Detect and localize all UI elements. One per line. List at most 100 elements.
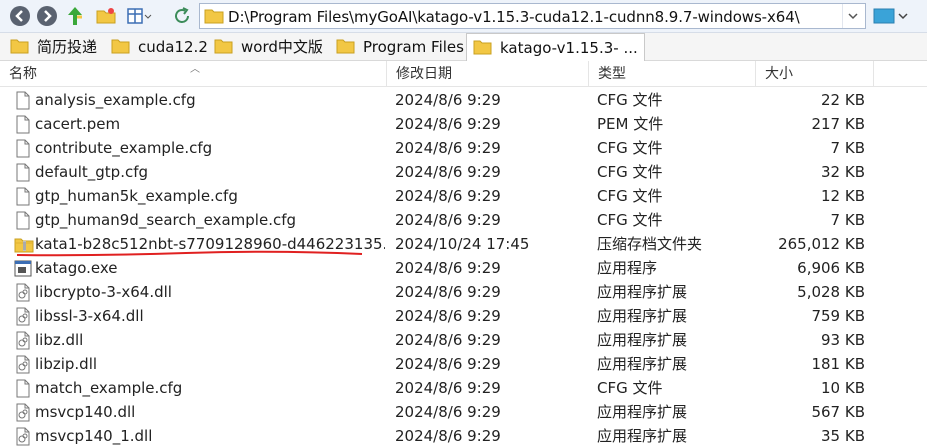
file-row[interactable]: katago.exe 2024/8/6 9:29 应用程序 6,906 KB bbox=[0, 256, 927, 280]
file-name[interactable]: gtp_human5k_example.cfg bbox=[35, 184, 385, 208]
file-row[interactable]: analysis_example.cfg 2024/8/6 9:29 CFG 文件 2… bbox=[0, 88, 927, 112]
file-name[interactable]: libzip.dll bbox=[35, 352, 385, 376]
file-row[interactable]: cacert.pem 2024/8/6 9:29 PEM 文件 217 KB bbox=[0, 112, 927, 136]
file-size: 759 KB bbox=[811, 307, 865, 325]
file-row[interactable]: contribute_example.cfg 2024/8/6 9:29 CFG 文… bbox=[0, 136, 927, 160]
file-name[interactable]: katago.exe bbox=[35, 256, 385, 280]
file-name[interactable]: cacert.pem bbox=[35, 112, 385, 136]
favorite-label: 简历投递 bbox=[37, 38, 98, 56]
file-type: CFG 文件 bbox=[597, 139, 663, 157]
red-underline-annotation bbox=[16, 250, 363, 257]
column-header-name[interactable]: 名称 ︿ bbox=[0, 61, 387, 86]
file-type: CFG 文件 bbox=[597, 163, 663, 181]
column-header: 名称 ︿ 修改日期 类型 大小 bbox=[0, 61, 927, 87]
file-size: 265,012 KB bbox=[778, 235, 865, 253]
file-row[interactable]: msvcp140_1.dll 2024/8/6 9:29 应用程序扩展 35 KB bbox=[0, 424, 927, 448]
file-date: 2024/8/6 9:29 bbox=[395, 331, 501, 349]
file-size: 7 KB bbox=[830, 139, 865, 157]
address-bar[interactable]: D:\Program Files\myGoAI\katago-v1.15.3-c… bbox=[199, 3, 866, 29]
up-folder-button[interactable] bbox=[66, 5, 84, 27]
file-type: CFG 文件 bbox=[597, 379, 663, 397]
file-type: 应用程序扩展 bbox=[597, 355, 688, 373]
folder-icon bbox=[473, 40, 492, 55]
file-size: 10 KB bbox=[821, 379, 865, 397]
address-dropdown-button[interactable] bbox=[842, 4, 863, 28]
column-label: 大小 bbox=[765, 65, 793, 81]
file-type: 应用程序扩展 bbox=[597, 427, 688, 445]
file-size: 5,028 KB bbox=[797, 283, 865, 301]
column-header-size[interactable]: 大小 bbox=[756, 61, 874, 86]
file-name[interactable]: gtp_human9d_search_example.cfg bbox=[35, 208, 385, 232]
file-name[interactable]: contribute_example.cfg bbox=[35, 136, 385, 160]
file-name[interactable]: analysis_example.cfg bbox=[35, 88, 385, 112]
file-row[interactable]: libz.dll 2024/8/6 9:29 应用程序扩展 93 KB bbox=[0, 328, 927, 352]
back-arrow-icon bbox=[9, 5, 31, 27]
file-type: CFG 文件 bbox=[597, 187, 663, 205]
column-label: 类型 bbox=[598, 65, 626, 81]
file-row[interactable]: match_example.cfg 2024/8/6 9:29 CFG 文件 10 K… bbox=[0, 376, 927, 400]
folders-button[interactable] bbox=[95, 5, 117, 27]
back-button[interactable] bbox=[9, 5, 31, 27]
file-row[interactable]: default_gtp.cfg 2024/8/6 9:29 CFG 文件 32 KB bbox=[0, 160, 927, 184]
file-row[interactable]: msvcp140.dll 2024/8/6 9:29 应用程序扩展 567 KB bbox=[0, 400, 927, 424]
file-row[interactable]: gtp_human5k_example.cfg 2024/8/6 9:29 CFG … bbox=[0, 184, 927, 208]
column-label: 名称 bbox=[9, 65, 37, 81]
file-date: 2024/8/6 9:29 bbox=[395, 283, 501, 301]
favorite-item[interactable]: 简历投递 bbox=[10, 33, 97, 60]
grid-icon bbox=[126, 5, 152, 27]
favorite-item[interactable]: word中文版 bbox=[214, 33, 323, 60]
toolbar: D:\Program Files\myGoAI\katago-v1.15.3-c… bbox=[0, 0, 927, 33]
folder-icon bbox=[111, 39, 130, 54]
dll-icon bbox=[14, 427, 32, 446]
file-type: 压缩存档文件夹 bbox=[597, 235, 703, 253]
file-name[interactable]: msvcp140_1.dll bbox=[35, 424, 385, 448]
refresh-icon bbox=[172, 5, 192, 27]
file-name[interactable]: libz.dll bbox=[35, 328, 385, 352]
file-size: 12 KB bbox=[821, 187, 865, 205]
refresh-button[interactable] bbox=[172, 5, 192, 27]
favorite-item[interactable]: cuda12.2 bbox=[111, 33, 208, 60]
folder-icon bbox=[204, 8, 224, 29]
dll-icon bbox=[14, 331, 32, 350]
forward-button[interactable] bbox=[36, 5, 58, 27]
file-date: 2024/8/6 9:29 bbox=[395, 187, 501, 205]
favorite-item[interactable]: Program Files bbox=[336, 33, 464, 60]
file-name[interactable]: msvcp140.dll bbox=[35, 400, 385, 424]
view-mode-button[interactable] bbox=[871, 5, 921, 32]
file-size: 567 KB bbox=[811, 403, 865, 421]
file-date: 2024/8/6 9:29 bbox=[395, 379, 501, 397]
sort-up-icon: ︿ bbox=[190, 64, 200, 75]
file-date: 2024/8/6 9:29 bbox=[395, 355, 501, 373]
dll-icon bbox=[14, 283, 32, 302]
folder-icon bbox=[214, 39, 233, 54]
favorite-item-active[interactable]: katago-v1.15.3- ... bbox=[466, 33, 645, 61]
file-name[interactable]: match_example.cfg bbox=[35, 376, 385, 400]
folder-icon bbox=[10, 39, 29, 54]
file-row[interactable]: libcrypto-3-x64.dll 2024/8/6 9:29 应用程序扩展 5,… bbox=[0, 280, 927, 304]
dll-icon bbox=[14, 355, 32, 374]
file-name[interactable]: libcrypto-3-x64.dll bbox=[35, 280, 385, 304]
file-type: CFG 文件 bbox=[597, 211, 663, 229]
address-path[interactable]: D:\Program Files\myGoAI\katago-v1.15.3-c… bbox=[228, 8, 800, 26]
column-header-type[interactable]: 类型 bbox=[589, 61, 756, 86]
file-row[interactable]: gtp_human9d_search_example.cfg 2024/8/6 9… bbox=[0, 208, 927, 232]
file-row[interactable]: libssl-3-x64.dll 2024/8/6 9:29 应用程序扩展 759 K… bbox=[0, 304, 927, 328]
file-row[interactable]: libzip.dll 2024/8/6 9:29 应用程序扩展 181 KB bbox=[0, 352, 927, 376]
file-icon bbox=[14, 187, 32, 206]
file-type: 应用程序扩展 bbox=[597, 403, 688, 421]
file-size: 32 KB bbox=[821, 163, 865, 181]
up-arrow-icon bbox=[66, 5, 84, 27]
file-date: 2024/8/6 9:29 bbox=[395, 307, 501, 325]
file-icon bbox=[14, 211, 32, 230]
view-grid-button[interactable] bbox=[126, 5, 152, 27]
favorite-label: word中文版 bbox=[241, 38, 323, 56]
file-date: 2024/8/6 9:29 bbox=[395, 211, 501, 229]
exe-icon bbox=[14, 259, 32, 278]
column-header-date[interactable]: 修改日期 bbox=[387, 61, 589, 86]
file-type: 应用程序扩展 bbox=[597, 283, 688, 301]
file-date: 2024/8/6 9:29 bbox=[395, 139, 501, 157]
file-name[interactable]: libssl-3-x64.dll bbox=[35, 304, 385, 328]
file-date: 2024/10/24 17:45 bbox=[395, 235, 530, 253]
file-date: 2024/8/6 9:29 bbox=[395, 259, 501, 277]
file-name[interactable]: default_gtp.cfg bbox=[35, 160, 385, 184]
